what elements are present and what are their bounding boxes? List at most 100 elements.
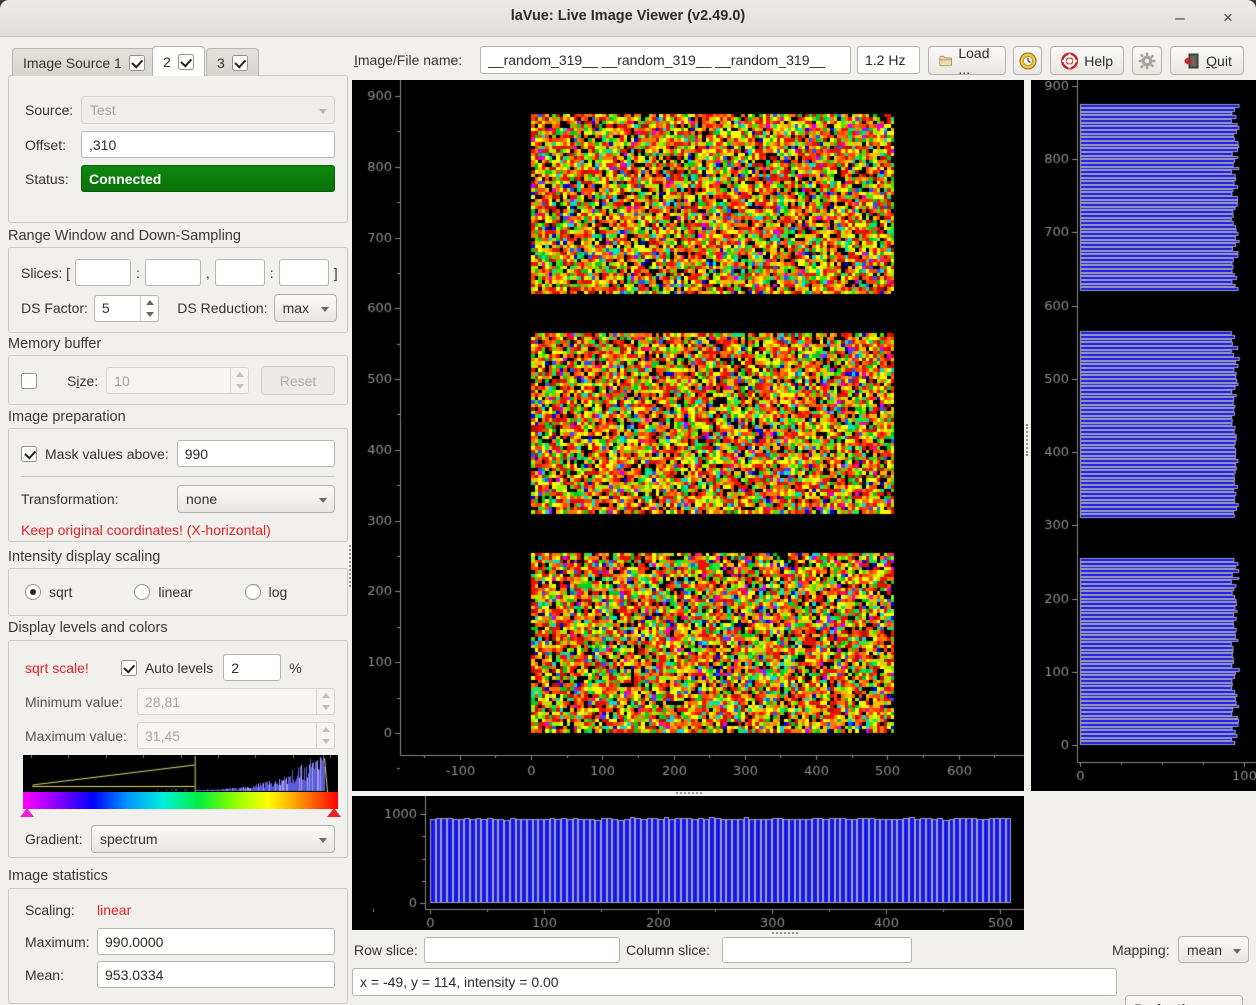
sqrt-scale-note: sqrt scale!: [25, 660, 89, 676]
row-projection-plot[interactable]: [1031, 80, 1256, 791]
sqrt-radio[interactable]: [25, 584, 41, 600]
stepper-arrows-icon: [316, 689, 334, 714]
slice-start-2-field[interactable]: [215, 259, 265, 286]
slices-colon-2: :: [270, 265, 274, 281]
tab-1-checkbox[interactable]: [129, 55, 145, 71]
load-button[interactable]: Load ...: [928, 46, 1006, 75]
quit-button[interactable]: Quit: [1170, 46, 1244, 75]
tab-image-source-2[interactable]: 2: [152, 46, 205, 76]
ds-reduction-label: DS Reduction:: [177, 300, 267, 316]
row-slice-field[interactable]: [424, 937, 620, 963]
file-name-field[interactable]: [480, 46, 851, 74]
section-title-intensity: Intensity display scaling: [8, 549, 160, 565]
projections-select[interactable]: Projections: [1125, 995, 1243, 1005]
row-slice-label: Row slice:: [354, 942, 418, 958]
mask-values-field[interactable]: [177, 440, 335, 467]
main-image-canvas[interactable]: [352, 80, 1024, 791]
source-panel: Source: Test Offset: Status: Connected: [8, 75, 348, 223]
mask-values-checkbox[interactable]: [21, 446, 37, 462]
ds-reduction-value: max: [283, 300, 309, 316]
tab-image-source-1[interactable]: Image Source 1: [12, 48, 156, 76]
column-projection-plot[interactable]: [352, 796, 1024, 930]
source-select[interactable]: Test: [81, 96, 335, 124]
log-radio[interactable]: [245, 584, 261, 600]
minimum-value: 28,81: [145, 694, 180, 710]
stepper-arrows-icon: [316, 723, 334, 748]
slice-start-1-field[interactable]: [75, 259, 131, 286]
memory-panel: Size: 10 Reset: [8, 355, 348, 405]
auto-levels-field[interactable]: [223, 654, 281, 681]
minimize-button[interactable]: –: [1166, 5, 1194, 31]
size-label: Size:: [67, 373, 98, 389]
log-radio-label: log: [269, 584, 288, 600]
help-button[interactable]: Help: [1050, 46, 1124, 75]
memory-buffer-checkbox[interactable]: [21, 373, 37, 389]
chevron-down-icon: [319, 838, 327, 843]
mapping-select[interactable]: mean: [1178, 936, 1249, 963]
minimum-value-stepper[interactable]: 28,81: [137, 688, 335, 715]
linear-radio[interactable]: [134, 584, 150, 600]
transformation-value: none: [186, 491, 217, 507]
tab-3-checkbox[interactable]: [232, 55, 248, 71]
load-button-label: Load ...: [958, 45, 995, 77]
auto-levels-checkbox[interactable]: [121, 660, 137, 676]
slices-label: Slices: [: [21, 265, 70, 281]
column-slice-field[interactable]: [722, 937, 912, 963]
stat-mean-field[interactable]: [97, 961, 335, 988]
slice-stop-1-field[interactable]: [145, 259, 201, 286]
size-stepper[interactable]: 10: [106, 367, 249, 394]
column-projection-canvas[interactable]: [352, 796, 1024, 930]
lifebuoy-icon: [1061, 52, 1078, 70]
slice-stop-2-field[interactable]: [279, 259, 329, 286]
stepper-arrows-icon[interactable]: [140, 296, 158, 321]
maximum-value-stepper[interactable]: 31,45: [137, 722, 335, 749]
sidebar-splitter[interactable]: [349, 545, 351, 587]
levels-histogram-canvas[interactable]: [23, 755, 338, 792]
divider: [21, 476, 335, 477]
refresh-rate-field[interactable]: [857, 46, 920, 74]
offset-label: Offset:: [25, 137, 81, 153]
tab-2-checkbox[interactable]: [178, 54, 194, 70]
intensity-panel: sqrt linear log: [8, 568, 348, 616]
stat-maximum-field[interactable]: [97, 928, 335, 955]
right-panel-splitter[interactable]: [1026, 424, 1028, 456]
section-title-range: Range Window and Down-Sampling: [8, 228, 241, 244]
row-projection-canvas[interactable]: [1031, 80, 1256, 791]
tab-3-label: 3: [217, 55, 225, 71]
chevron-down-icon: [319, 498, 327, 503]
levels-histogram-widget[interactable]: [23, 755, 338, 809]
tab-1-label: Image Source 1: [23, 55, 122, 71]
max-level-handle-icon[interactable]: [327, 808, 341, 817]
window-title: laVue: Live Image Viewer (v2.49.0): [0, 8, 1256, 24]
minimum-value-label: Minimum value:: [25, 694, 137, 710]
image-source-tabbar: Image Source 1 2 3: [8, 46, 348, 76]
transformation-select[interactable]: none: [177, 485, 335, 513]
ds-reduction-select[interactable]: max: [274, 294, 337, 322]
source-value: Test: [90, 102, 116, 118]
controls-splitter[interactable]: [772, 932, 798, 934]
chevron-down-icon: [319, 109, 327, 114]
main-image-plot[interactable]: [352, 80, 1024, 791]
filters-button[interactable]: [1013, 46, 1042, 75]
settings-button[interactable]: [1132, 46, 1162, 75]
bottom-panel-splitter[interactable]: [676, 792, 702, 794]
ds-factor-stepper[interactable]: 5: [94, 295, 159, 322]
window-titlebar: laVue: Live Image Viewer (v2.49.0) – ×: [0, 0, 1256, 37]
status-label: Status:: [25, 171, 81, 187]
tab-image-source-3[interactable]: 3: [206, 48, 259, 76]
slices-comma: ,: [206, 265, 210, 281]
sqrt-radio-label: sqrt: [49, 584, 72, 600]
gradient-select[interactable]: spectrum: [91, 825, 335, 853]
close-button[interactable]: ×: [1214, 5, 1242, 31]
slices-colon-1: :: [136, 265, 140, 281]
stepper-arrows-icon: [230, 368, 248, 393]
ds-factor-value: 5: [102, 300, 110, 316]
source-label: Source:: [25, 102, 81, 118]
reset-button[interactable]: Reset: [261, 366, 335, 395]
min-level-handle-icon[interactable]: [20, 808, 34, 817]
pixel-intensity-readout: [352, 968, 1117, 996]
gradient-bar[interactable]: [23, 792, 338, 809]
transformation-label: Transformation:: [21, 491, 177, 507]
offset-field[interactable]: [81, 131, 335, 158]
section-title-preparation: Image preparation: [8, 409, 126, 425]
